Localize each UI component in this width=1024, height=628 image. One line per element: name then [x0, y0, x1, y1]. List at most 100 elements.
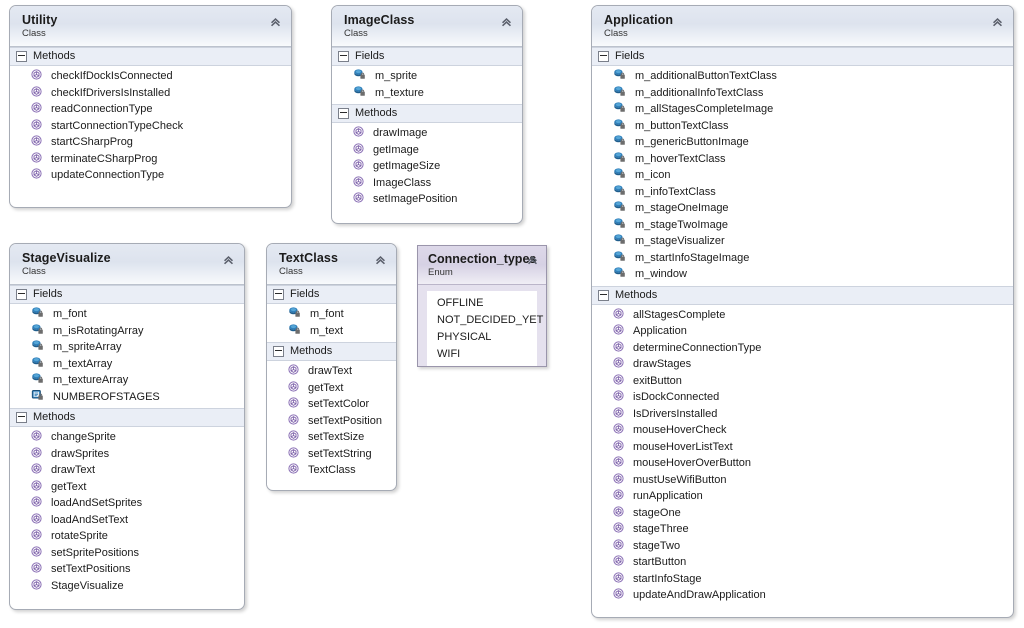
- member-method[interactable]: startCSharpProg: [10, 134, 291, 151]
- member-method[interactable]: setTextColor: [267, 396, 396, 413]
- member-method[interactable]: startButton: [592, 554, 1013, 571]
- member-field[interactable]: m_genericButtonImage: [592, 134, 1013, 151]
- enum-value[interactable]: WIFI: [427, 346, 537, 363]
- compartment-methods-header[interactable]: Methods: [267, 342, 396, 361]
- member-method[interactable]: terminateCSharpProg: [10, 151, 291, 168]
- member-method[interactable]: getText: [10, 479, 244, 496]
- member-field[interactable]: m_textureArray: [10, 372, 244, 389]
- member-method[interactable]: mouseHoverListText: [592, 439, 1013, 456]
- member-method[interactable]: rotateSprite: [10, 528, 244, 545]
- member-constant[interactable]: NUMBEROFSTAGES: [10, 389, 244, 406]
- compartment-fields-header[interactable]: Fields: [332, 47, 522, 66]
- enum-value[interactable]: OFFLINE: [427, 295, 537, 312]
- member-method[interactable]: mouseHoverCheck: [592, 422, 1013, 439]
- compartment-methods-header[interactable]: Methods: [592, 285, 1013, 305]
- chevron-double-up-icon[interactable]: [500, 15, 513, 28]
- member-method[interactable]: getImageSize: [332, 158, 522, 175]
- member-field[interactable]: m_startInfoStageImage: [592, 250, 1013, 267]
- member-method[interactable]: drawStages: [592, 356, 1013, 373]
- member-method[interactable]: stageOne: [592, 505, 1013, 522]
- compartment-fields-header[interactable]: Fields: [267, 285, 396, 304]
- member-field[interactable]: m_stageTwoImage: [592, 217, 1013, 234]
- member-method[interactable]: setTextString: [267, 446, 396, 463]
- compartment-methods-header[interactable]: Methods: [332, 104, 522, 123]
- class-card-imageclass[interactable]: ImageClass Class Fields m_sprite m_textu…: [331, 5, 523, 224]
- member-method[interactable]: drawImage: [332, 125, 522, 142]
- member-method[interactable]: setTextPositions: [10, 561, 244, 578]
- member-field[interactable]: m_isRotatingArray: [10, 323, 244, 340]
- member-method[interactable]: drawText: [267, 363, 396, 380]
- member-method[interactable]: stageThree: [592, 521, 1013, 538]
- member-method[interactable]: loadAndSetText: [10, 512, 244, 529]
- member-field[interactable]: m_text: [267, 323, 396, 340]
- member-method[interactable]: getText: [267, 380, 396, 397]
- compartment-fields-header[interactable]: Fields: [592, 47, 1013, 66]
- compartment-fields-header[interactable]: Fields: [10, 285, 244, 304]
- member-field[interactable]: m_additionalInfoTextClass: [592, 85, 1013, 102]
- enum-card-connection-types[interactable]: Connection_types Enum OFFLINE NOT_DECIDE…: [417, 245, 547, 367]
- member-method[interactable]: readConnectionType: [10, 101, 291, 118]
- member-method[interactable]: isDockConnected: [592, 389, 1013, 406]
- member-field[interactable]: m_font: [10, 306, 244, 323]
- member-field[interactable]: m_buttonTextClass: [592, 118, 1013, 135]
- chevron-double-up-icon[interactable]: [222, 253, 235, 266]
- collapse-expander-icon[interactable]: [338, 108, 349, 119]
- class-card-application[interactable]: Application Class Fields m_additionalBut…: [591, 5, 1014, 618]
- collapse-expander-icon[interactable]: [16, 51, 27, 62]
- member-method[interactable]: loadAndSetSprites: [10, 495, 244, 512]
- member-method[interactable]: checkIfDockIsConnected: [10, 68, 291, 85]
- member-method[interactable]: setSpritePositions: [10, 545, 244, 562]
- member-method[interactable]: mouseHoverOverButton: [592, 455, 1013, 472]
- member-method[interactable]: IsDriversInstalled: [592, 406, 1013, 423]
- member-method[interactable]: changeSprite: [10, 429, 244, 446]
- member-method[interactable]: setImagePosition: [332, 191, 522, 208]
- member-method[interactable]: drawSprites: [10, 446, 244, 463]
- member-method[interactable]: Application: [592, 323, 1013, 340]
- member-method[interactable]: getImage: [332, 142, 522, 159]
- member-method[interactable]: startConnectionTypeCheck: [10, 118, 291, 135]
- member-field[interactable]: m_spriteArray: [10, 339, 244, 356]
- class-card-stagevisualize[interactable]: StageVisualize Class Fields m_font m_isR…: [9, 243, 245, 610]
- member-method[interactable]: TextClass: [267, 462, 396, 479]
- member-field[interactable]: m_hoverTextClass: [592, 151, 1013, 168]
- member-method[interactable]: setTextPosition: [267, 413, 396, 430]
- member-method[interactable]: exitButton: [592, 373, 1013, 390]
- collapse-expander-icon[interactable]: [338, 51, 349, 62]
- member-method[interactable]: runApplication: [592, 488, 1013, 505]
- member-method[interactable]: determineConnectionType: [592, 340, 1013, 357]
- member-field[interactable]: m_texture: [332, 85, 522, 102]
- member-method[interactable]: updateAndDrawApplication: [592, 587, 1013, 604]
- member-method[interactable]: StageVisualize: [10, 578, 244, 595]
- enum-value[interactable]: PHYSICAL: [427, 329, 537, 346]
- collapse-expander-icon[interactable]: [273, 289, 284, 300]
- member-field[interactable]: m_stageOneImage: [592, 200, 1013, 217]
- class-card-utility[interactable]: Utility Class Methods checkIfDockIsConne…: [9, 5, 292, 208]
- collapse-expander-icon[interactable]: [598, 51, 609, 62]
- collapse-expander-icon[interactable]: [16, 289, 27, 300]
- member-field[interactable]: m_textArray: [10, 356, 244, 373]
- chevron-double-up-icon[interactable]: [991, 15, 1004, 28]
- chevron-double-up-icon[interactable]: [526, 253, 539, 266]
- member-field[interactable]: m_infoTextClass: [592, 184, 1013, 201]
- enum-value[interactable]: NOT_DECIDED_YET: [427, 312, 543, 329]
- member-method[interactable]: checkIfDriversIsInstalled: [10, 85, 291, 102]
- member-field[interactable]: m_stageVisualizer: [592, 233, 1013, 250]
- collapse-expander-icon[interactable]: [16, 412, 27, 423]
- member-field[interactable]: m_sprite: [332, 68, 522, 85]
- member-method[interactable]: mustUseWifiButton: [592, 472, 1013, 489]
- compartment-methods-header[interactable]: Methods: [10, 408, 244, 427]
- member-method[interactable]: updateConnectionType: [10, 167, 291, 184]
- member-field[interactable]: m_font: [267, 306, 396, 323]
- member-method[interactable]: setTextSize: [267, 429, 396, 446]
- chevron-double-up-icon[interactable]: [374, 253, 387, 266]
- compartment-methods-header[interactable]: Methods: [10, 47, 291, 66]
- chevron-double-up-icon[interactable]: [269, 15, 282, 28]
- member-method[interactable]: drawText: [10, 462, 244, 479]
- member-method[interactable]: stageTwo: [592, 538, 1013, 555]
- member-field[interactable]: m_additionalButtonTextClass: [592, 68, 1013, 85]
- collapse-expander-icon[interactable]: [598, 289, 609, 301]
- collapse-expander-icon[interactable]: [273, 346, 284, 357]
- member-method[interactable]: ImageClass: [332, 175, 522, 192]
- member-field[interactable]: m_window: [592, 266, 1013, 283]
- class-card-textclass[interactable]: TextClass Class Fields m_font m_text Met…: [266, 243, 397, 491]
